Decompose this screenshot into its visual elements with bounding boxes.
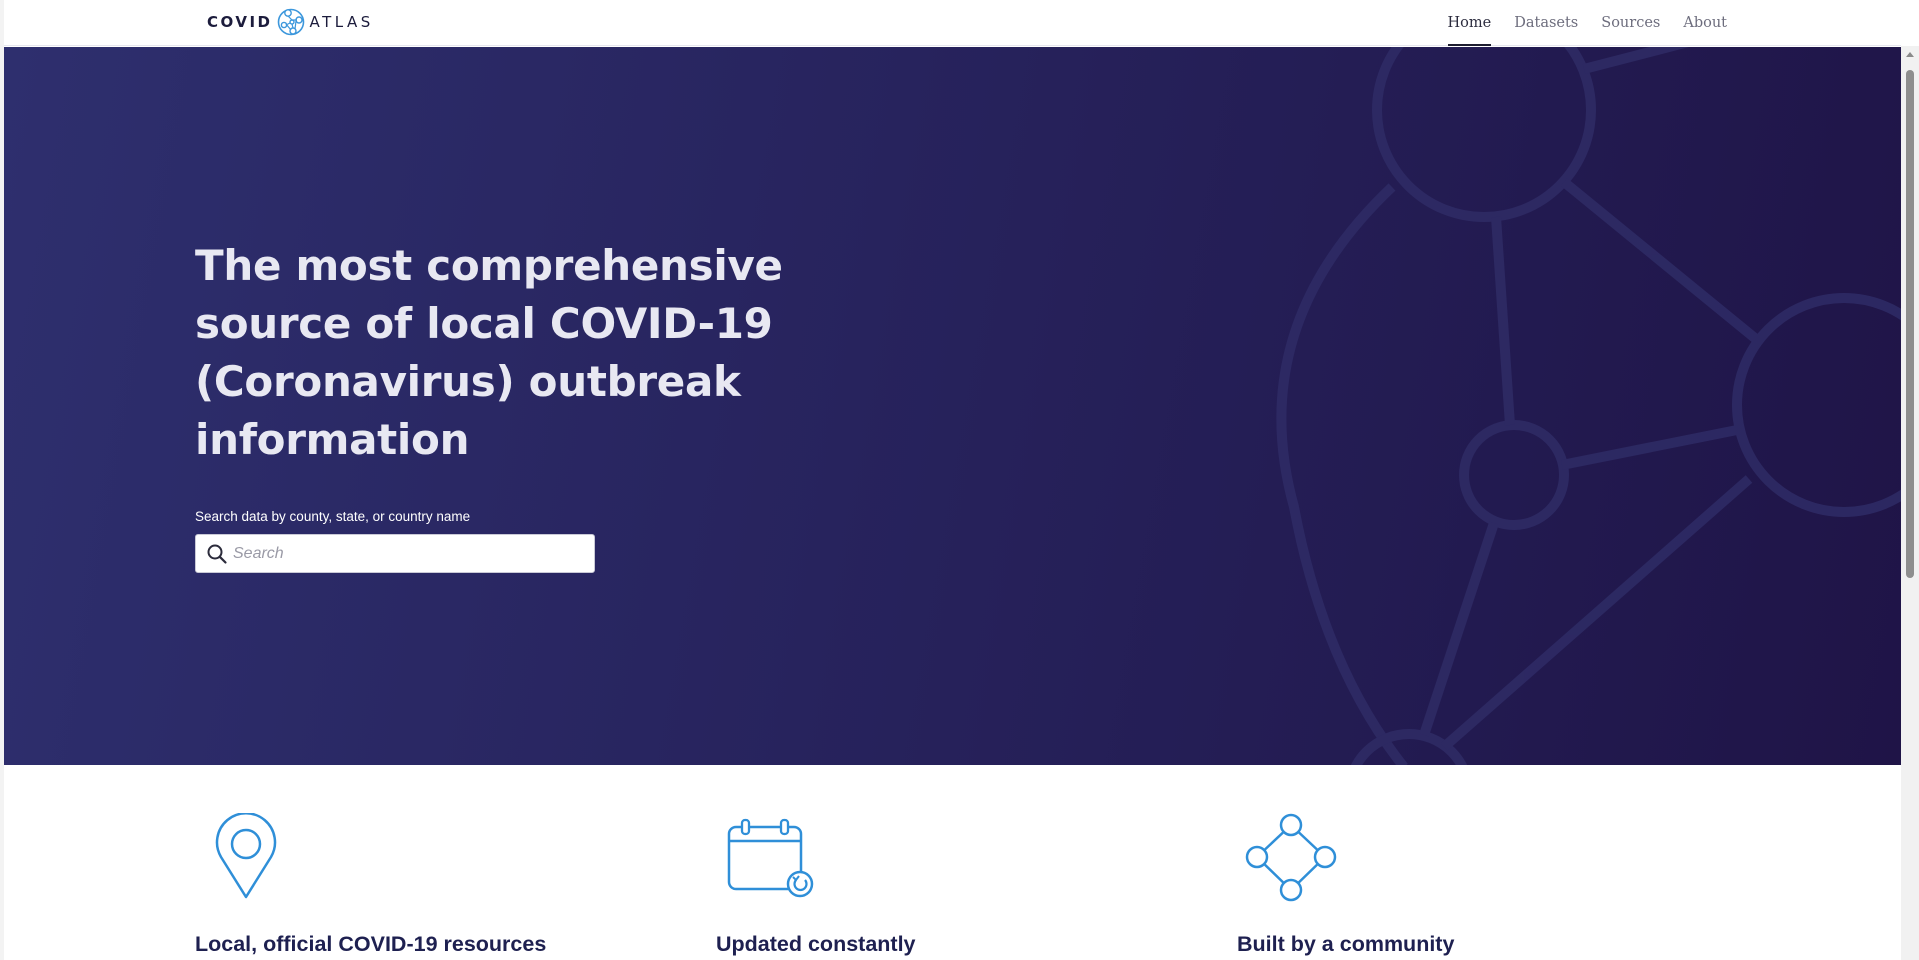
feature-title-local: Local, official COVID-19 resources xyxy=(195,932,547,956)
logo-word-covid: COVID xyxy=(207,13,273,31)
hero-heading: The most comprehensive source of local C… xyxy=(195,241,783,464)
scroll-thumb[interactable] xyxy=(1906,70,1914,578)
nav-about[interactable]: About xyxy=(1683,0,1727,46)
map-pin-icon xyxy=(215,813,277,899)
vertical-scrollbar[interactable] xyxy=(1901,46,1919,960)
feature-title-community: Built by a community xyxy=(1237,932,1455,956)
globe-network-icon xyxy=(277,8,304,36)
feature-title-updated: Updated constantly xyxy=(716,932,916,956)
hero-section: The most comprehensive source of local C… xyxy=(4,47,1901,765)
top-navbar: COVID ATLAS Home Datasets Sources About xyxy=(4,0,1901,46)
logo-word-atlas: ATLAS xyxy=(309,13,374,31)
covid-atlas-logo[interactable]: COVID ATLAS xyxy=(207,5,374,39)
search-input[interactable] xyxy=(233,544,583,563)
search-icon xyxy=(207,544,227,564)
page: COVID ATLAS Home Datasets Sources About xyxy=(4,0,1901,960)
features-section: Local, official COVID-19 resources Updat… xyxy=(4,765,1901,960)
nav-home[interactable]: Home xyxy=(1447,0,1491,46)
community-network-icon xyxy=(1245,813,1337,902)
nav-sources[interactable]: Sources xyxy=(1601,0,1660,46)
main-nav: Home Datasets Sources About xyxy=(1425,0,1727,46)
scroll-up-arrow-icon[interactable] xyxy=(1906,52,1914,57)
calendar-refresh-icon xyxy=(727,818,814,898)
nav-datasets[interactable]: Datasets xyxy=(1514,0,1578,46)
search-box[interactable] xyxy=(195,534,595,573)
search-label: Search data by county, state, or country… xyxy=(195,509,471,524)
